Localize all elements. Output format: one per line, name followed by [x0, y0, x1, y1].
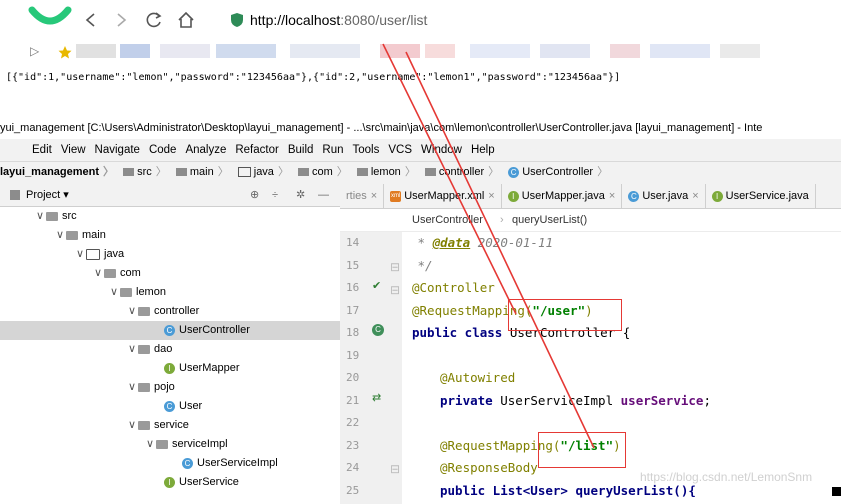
arrow-user-path [382, 43, 517, 315]
arrow-list-path [405, 51, 595, 449]
red-arrows-overlay [382, 43, 595, 449]
